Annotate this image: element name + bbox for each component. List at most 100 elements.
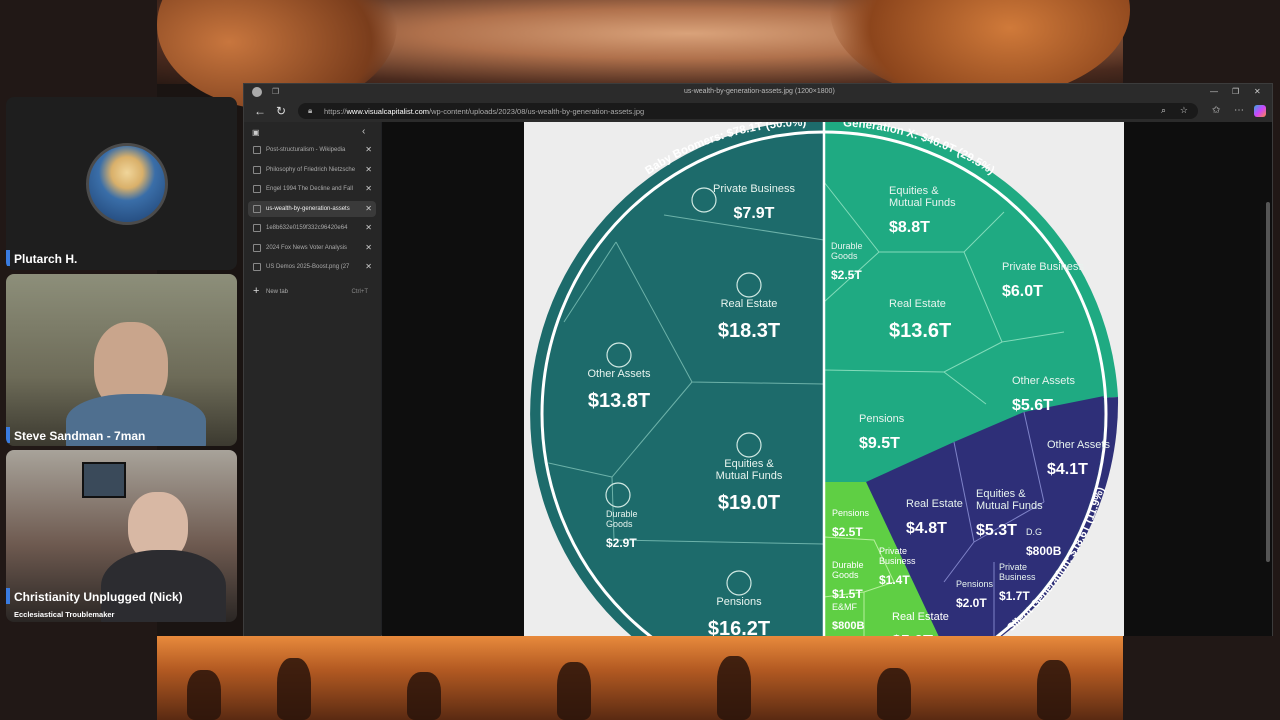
boomers-cell-label: Mutual Funds bbox=[716, 470, 783, 482]
tab-label: 1e8b632e0159f332c96420e64 bbox=[266, 225, 348, 231]
zoom-icon[interactable]: ⌕ bbox=[1161, 105, 1166, 116]
image-viewer: Baby Boomers: $78.1T (50.0%) Generation … bbox=[382, 122, 1272, 636]
close-tab-icon[interactable]: ✕ bbox=[365, 243, 372, 252]
close-tab-icon[interactable]: ✕ bbox=[365, 223, 372, 232]
close-tab-icon[interactable]: ✕ bbox=[365, 204, 372, 213]
address-bar[interactable]: 🔒︎ https://www.visualcapitalist.com/wp-c… bbox=[298, 103, 1198, 119]
silent-cell-value: $1.7T bbox=[999, 589, 1030, 603]
genx-cell-label: Durable bbox=[831, 241, 863, 251]
boomers-cell-label: Private Business bbox=[713, 183, 795, 195]
tab-item[interactable]: Engel 1994 The Decline and Fall ✕ bbox=[248, 181, 376, 197]
silent-cell-value: $5.3T bbox=[976, 522, 1017, 539]
page-icon bbox=[253, 263, 261, 271]
millennials-cell-value: $800B bbox=[832, 620, 864, 632]
tab-label: 2024 Fox News Voter Analysis bbox=[266, 244, 348, 251]
avatar bbox=[86, 143, 168, 225]
wealth-voronoi-chart: Baby Boomers: $78.1T (50.0%) Generation … bbox=[530, 122, 1119, 636]
genx-cell-label: Pensions bbox=[859, 413, 905, 425]
millennials-cell-label: Pensions bbox=[832, 508, 870, 518]
genx-cell-label: Goods bbox=[831, 251, 858, 261]
millennials-cell-value: $5.0T bbox=[892, 633, 933, 636]
new-tab-label: New tab bbox=[266, 289, 289, 295]
silent-cell-label: Real Estate bbox=[906, 498, 963, 510]
close-tab-icon[interactable]: ✕ bbox=[365, 262, 372, 271]
millennials-cell-label: Private bbox=[879, 546, 907, 556]
title-bar: ❐ us-wealth-by-generation-assets.jpg (12… bbox=[244, 84, 1272, 101]
genx-cell-value: $9.5T bbox=[859, 435, 900, 452]
back-icon[interactable]: ← bbox=[254, 104, 266, 118]
participant-tile-nick[interactable]: Christianity Unplugged (Nick) Ecclesiast… bbox=[6, 450, 237, 622]
silent-cell-label: Other Assets bbox=[1047, 439, 1110, 451]
genx-cell-label: Real Estate bbox=[889, 298, 946, 310]
silent-cell-label: Private bbox=[999, 562, 1027, 572]
participant-tile-plutarch[interactable]: Plutarch H. bbox=[6, 97, 237, 270]
participant-name: Christianity Unplugged (Nick) bbox=[14, 590, 183, 604]
boomers-cell-label: Real Estate bbox=[721, 298, 778, 310]
tab-item[interactable]: US Demos 2025-Boost.png (27 ✕ bbox=[248, 259, 376, 275]
tab-item[interactable]: 2024 Fox News Voter Analysis ✕ bbox=[248, 240, 376, 256]
favorites-icon[interactable]: ✩ bbox=[1212, 105, 1220, 116]
copilot-icon[interactable] bbox=[1254, 105, 1266, 117]
silent-cell-label: Pensions bbox=[956, 579, 994, 589]
new-tab-button[interactable]: + New tab Ctrl+T bbox=[248, 284, 376, 300]
sidebar-toggle-icon[interactable]: ▣ bbox=[252, 128, 260, 137]
boomers-cell-value: $19.0T bbox=[718, 492, 780, 514]
genx-cell-label: Equities & bbox=[889, 185, 939, 197]
silent-cell-label: Mutual Funds bbox=[976, 500, 1043, 512]
tab-label: Philosophy of Friedrich Nietzsche bbox=[266, 166, 356, 173]
background-art-bottom bbox=[157, 636, 1123, 720]
silent-cell-label: D.G bbox=[1026, 527, 1042, 537]
boomers-cell-value: $18.3T bbox=[718, 320, 780, 342]
favorite-star-icon[interactable]: ☆ bbox=[1180, 105, 1188, 116]
lock-icon: 🔒︎ bbox=[308, 106, 313, 115]
participant-name: Steve Sandman - 7man bbox=[14, 429, 146, 443]
boomers-cell-value: $2.9T bbox=[606, 536, 637, 550]
millennials-cell-label: Real Estate bbox=[892, 611, 949, 623]
page-icon bbox=[253, 224, 261, 232]
maximize-icon[interactable]: ❐ bbox=[1232, 87, 1239, 96]
tab-item[interactable]: us-wealth-by-generation-assets ✕ bbox=[248, 200, 376, 217]
boomers-cell-label: Durable bbox=[606, 509, 638, 519]
tab-label: us-wealth-by-generation-assets bbox=[266, 205, 350, 212]
collapse-icon[interactable]: ‹ bbox=[362, 126, 365, 137]
page-icon bbox=[253, 165, 261, 174]
refresh-icon[interactable]: ↻ bbox=[276, 104, 286, 118]
profile-icon[interactable] bbox=[252, 87, 262, 97]
url-prefix: https:// bbox=[324, 107, 347, 116]
browser-window[interactable]: ❐ us-wealth-by-generation-assets.jpg (12… bbox=[243, 83, 1273, 636]
page-icon bbox=[253, 146, 261, 154]
millennials-cell-value: $1.4T bbox=[879, 573, 910, 587]
silent-cell-label: Business bbox=[999, 572, 1036, 582]
genx-cell-label: Private Business bbox=[1002, 261, 1084, 273]
close-icon[interactable]: ✕ bbox=[1254, 87, 1261, 96]
millennials-cell-label: Durable bbox=[832, 560, 864, 570]
page-icon bbox=[253, 185, 261, 193]
silent-cell-value: $4.8T bbox=[906, 520, 947, 537]
genx-cell-label: Mutual Funds bbox=[889, 197, 956, 209]
tab-actions-icon[interactable]: ❐ bbox=[272, 87, 279, 96]
genx-cell-value: $5.6T bbox=[1012, 397, 1053, 414]
participant-tile-steve[interactable]: Steve Sandman - 7man bbox=[6, 274, 237, 446]
millennials-cell-label: Business bbox=[879, 556, 916, 566]
tab-item[interactable]: Philosophy of Friedrich Nietzsche ✕ bbox=[248, 162, 376, 178]
genx-cell-value: $8.8T bbox=[889, 219, 930, 236]
boomers-cell-value: $13.8T bbox=[588, 390, 650, 412]
url-domain: www.visualcapitalist.com bbox=[346, 107, 430, 116]
boomers-cell-label: Other Assets bbox=[588, 368, 651, 380]
tab-item[interactable]: 1e8b632e0159f332c96420e64 ✕ bbox=[248, 220, 376, 236]
scrollbar[interactable] bbox=[1266, 202, 1270, 562]
page-icon bbox=[253, 204, 261, 213]
minimize-icon[interactable]: — bbox=[1210, 87, 1218, 96]
boomers-cell-value: $7.9T bbox=[734, 205, 775, 222]
tab-item[interactable]: Post-structuralism - Wikipedia ✕ bbox=[248, 142, 376, 158]
close-tab-icon[interactable]: ✕ bbox=[365, 145, 372, 154]
close-tab-icon[interactable]: ✕ bbox=[365, 165, 372, 174]
millennials-cell-label: E&MF bbox=[832, 602, 858, 612]
close-tab-icon[interactable]: ✕ bbox=[365, 184, 372, 193]
silent-cell-value: $2.0T bbox=[956, 596, 987, 610]
tab-label: Engel 1994 The Decline and Fall bbox=[266, 186, 353, 192]
tab-label: Post-structuralism - Wikipedia bbox=[266, 147, 346, 153]
tab-label: US Demos 2025-Boost.png (27 bbox=[266, 264, 350, 270]
genx-cell-value: $13.6T bbox=[889, 320, 951, 342]
more-icon[interactable]: ⋯ bbox=[1234, 105, 1244, 116]
